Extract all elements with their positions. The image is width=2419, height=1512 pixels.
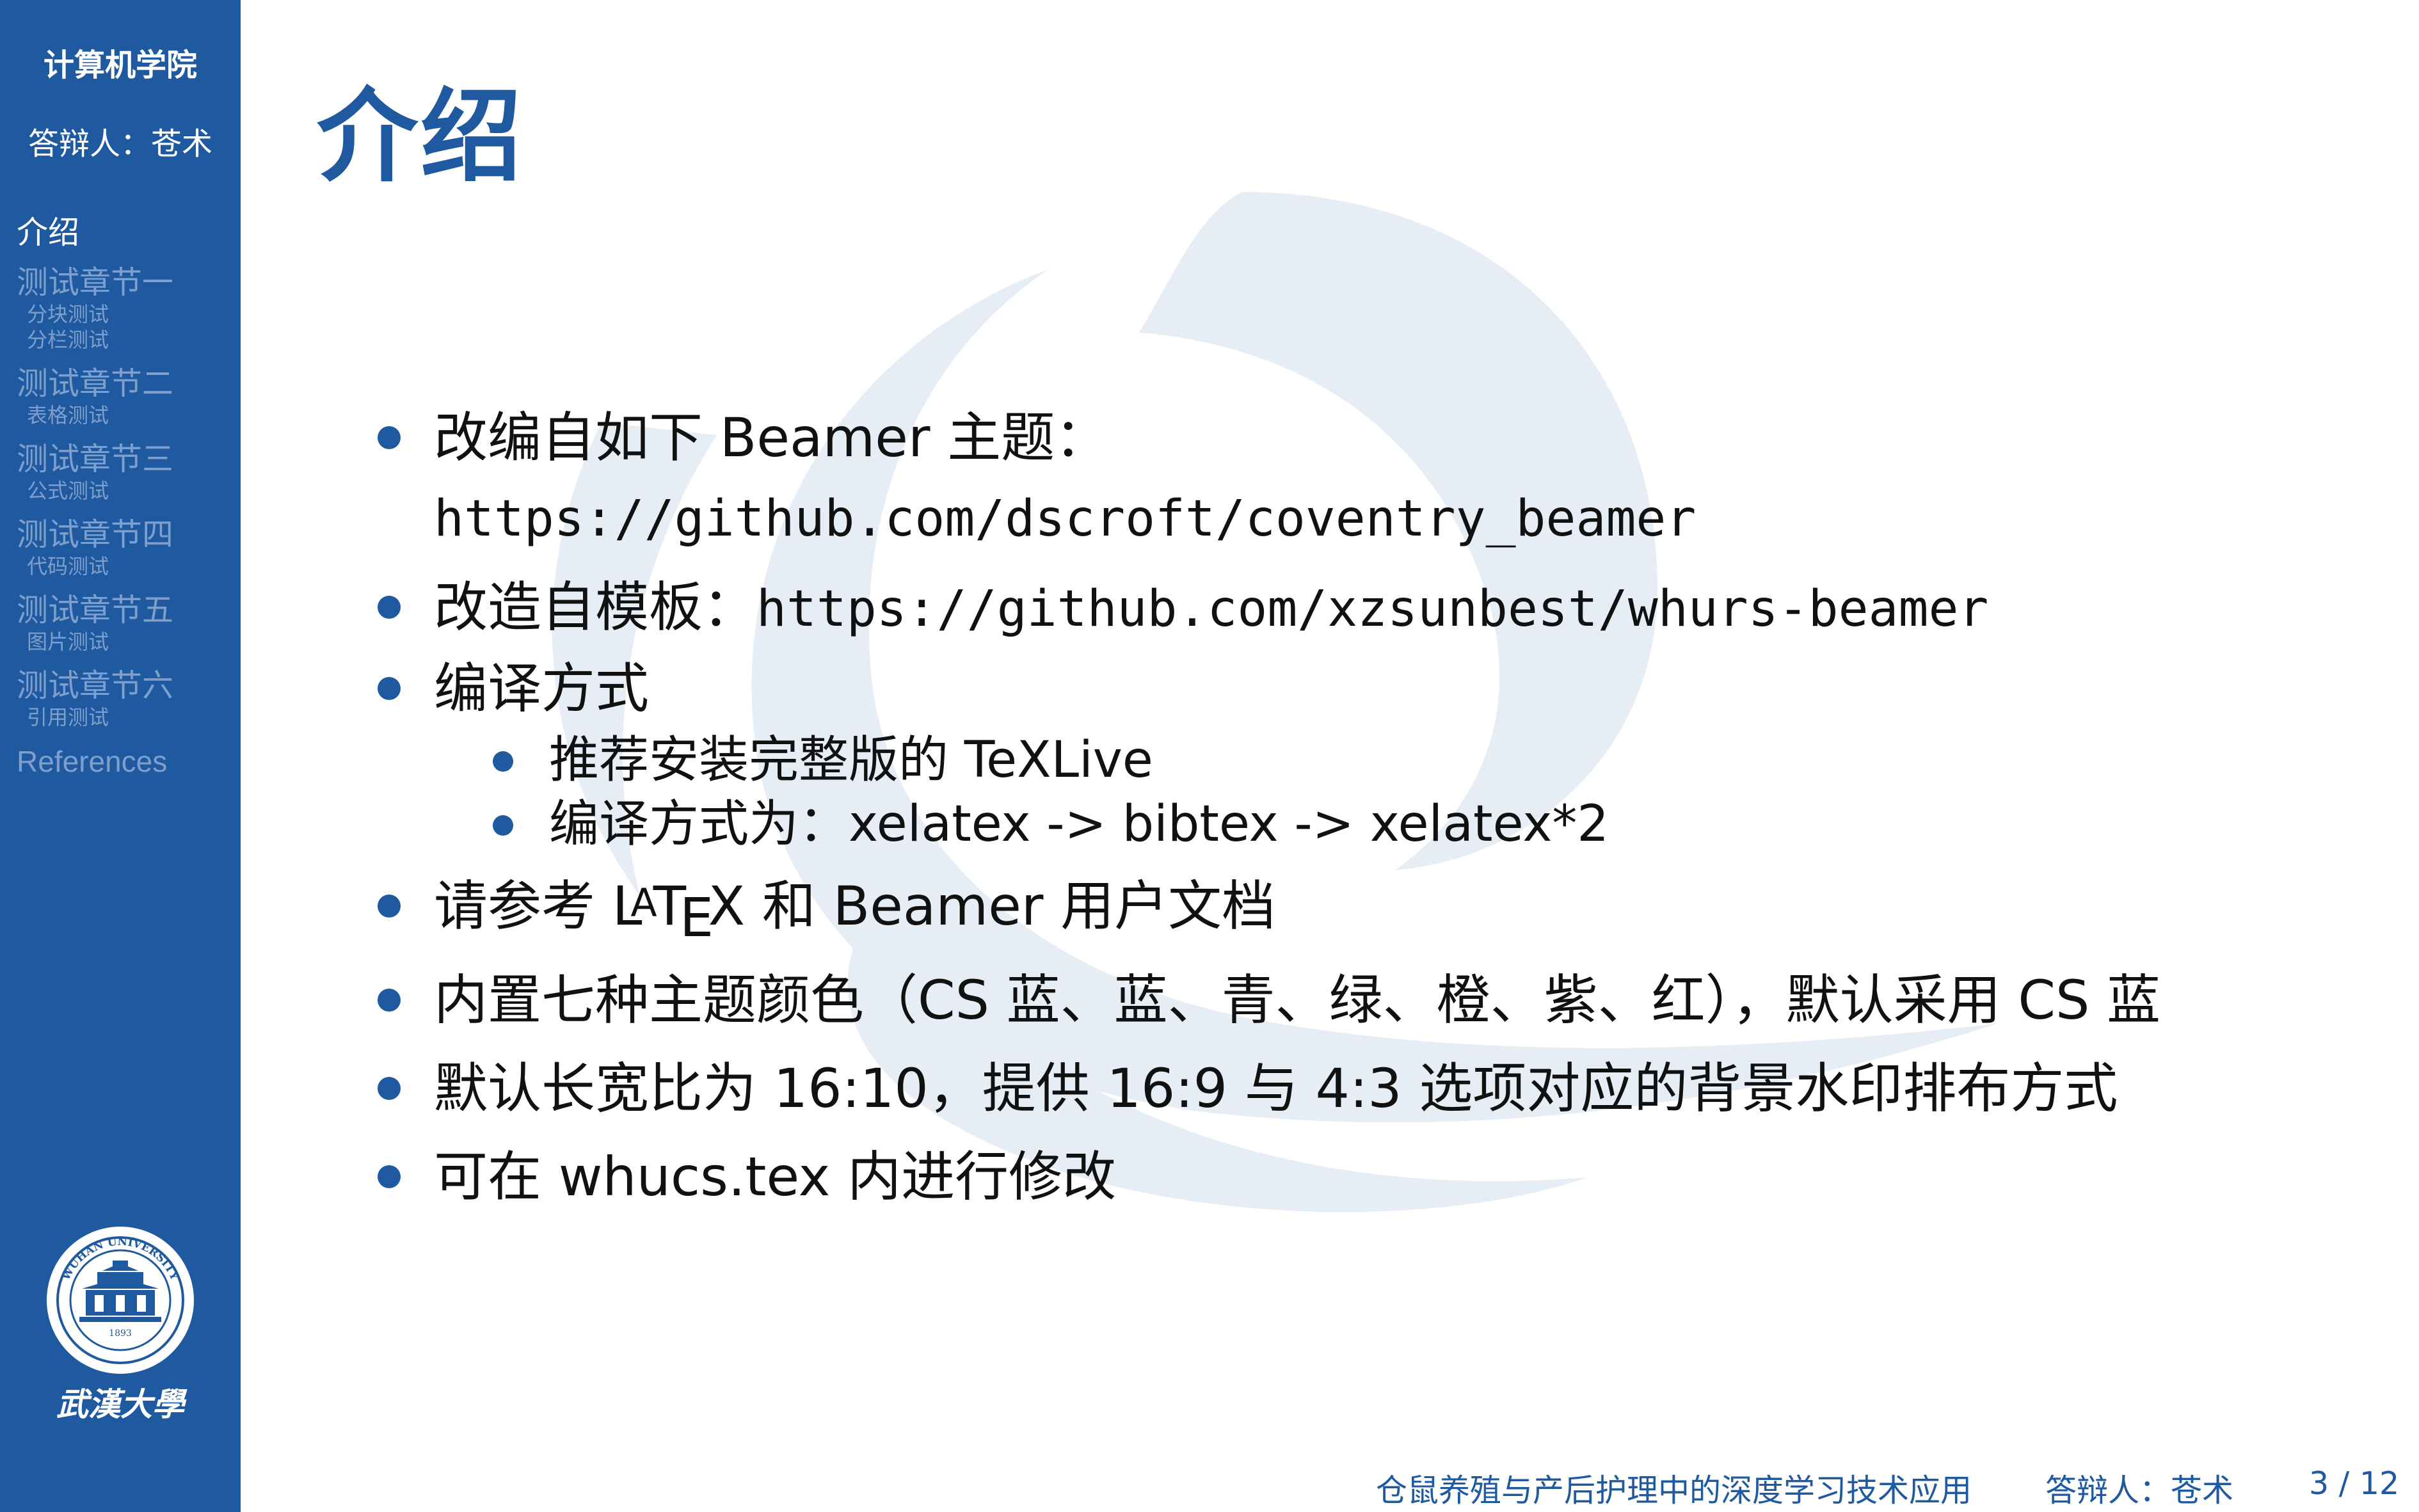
nav-section-0[interactable]: 介绍 [17, 214, 234, 251]
nav-subsection[interactable]: 分块测试 [27, 301, 234, 327]
bullet-item: 编译方式 [378, 649, 2381, 728]
code-link[interactable]: https://github.com/dscroft/coventry_beam… [434, 490, 1696, 548]
bullet-icon [378, 989, 401, 1012]
nav-subsection[interactable]: 引用测试 [27, 704, 234, 730]
bullet-item: 请参考 LATEX 和 Beamer 用户文档 [378, 866, 2381, 951]
sub-bullet-icon [493, 751, 513, 772]
bullet-item: 改编自如下 Beamer 主题： https://github.com/dscr… [378, 398, 2381, 559]
sub-item-text: 编译方式为：xelatex -> bibtex -> xelatex*2 [549, 795, 1609, 853]
slide-content: 改编自如下 Beamer 主题： https://github.com/dscr… [378, 398, 2381, 1216]
footer-author: 答辩人：苍术 [2045, 1472, 2234, 1509]
wuhan-university-logo-icon: WUHAN UNIVERSITY 1893 武漢大學 [47, 1227, 194, 1423]
item-text: 内置七种主题颜色（CS 蓝、蓝、青、绿、橙、紫、红），默认采用 CS 蓝 [434, 969, 2161, 1031]
nav-subsection[interactable]: 图片测试 [27, 629, 234, 655]
nav-section-1[interactable]: 测试章节一 [17, 264, 234, 301]
item-text: 和 Beamer 用户文档 [762, 875, 1276, 937]
latex-logo: LATEX [612, 875, 746, 950]
page-number: 3 / 12 [2309, 1465, 2400, 1502]
bullet-icon [378, 596, 401, 619]
bullet-icon [378, 1165, 401, 1188]
nav-section-2[interactable]: 测试章节二 [17, 365, 234, 402]
nav-section-3[interactable]: 测试章节三 [17, 441, 234, 478]
bullet-icon [378, 677, 401, 700]
nav-subsection[interactable]: 代码测试 [27, 553, 234, 579]
nav-subsection[interactable]: 公式测试 [27, 478, 234, 504]
sidebar-author: 答辩人：苍术 [28, 126, 212, 162]
item-text: 改造自模板： [434, 576, 757, 639]
bullet-icon [378, 895, 401, 918]
nav-subsection[interactable]: 分栏测试 [27, 327, 234, 353]
nav-section-7[interactable]: References [17, 743, 234, 780]
slide-title: 介绍 [317, 78, 524, 196]
svg-text:武漢大學: 武漢大學 [56, 1385, 188, 1423]
item-text: 默认长宽比为 16:10，提供 16:9 与 4:3 选项对应的背景水印排布方式 [434, 1057, 2118, 1120]
item-text: 编译方式 [434, 657, 650, 720]
code-link[interactable]: https://github.com/xzsunbest/whurs-beame… [756, 580, 1988, 638]
item-text: 改编自如下 Beamer 主题： [434, 406, 1109, 469]
school-name: 计算机学院 [43, 47, 197, 83]
nav-subsection[interactable]: 表格测试 [27, 402, 234, 428]
bullet-item: 内置七种主题颜色（CS 蓝、蓝、青、绿、橙、紫、红），默认采用 CS 蓝 [378, 960, 2381, 1040]
bullet-item: 默认长宽比为 16:10，提供 16:9 与 4:3 选项对应的背景水印排布方式 [378, 1049, 2381, 1128]
bullet-icon [378, 1077, 401, 1100]
bullet-item: 改造自模板：https://github.com/xzsunbest/whurs… [378, 568, 2381, 649]
nav-section-6[interactable]: 测试章节六 [17, 667, 234, 704]
section-navigation: 介绍测试章节一 分块测试 分栏测试测试章节二 表格测试测试章节三 公式测试测试章节四 代码… [17, 214, 234, 780]
sub-bullet-item: 编译方式为：xelatex -> bibtex -> xelatex*2 [493, 792, 2381, 856]
sub-item-text: 推荐安装完整版的 TeXLive [549, 731, 1153, 789]
footer-talk-title: 仓鼠养殖与产后护理中的深度学习技术应用 [1376, 1472, 1972, 1509]
nav-section-5[interactable]: 测试章节五 [17, 592, 234, 629]
bullet-icon [378, 426, 401, 449]
nav-section-4[interactable]: 测试章节四 [17, 516, 234, 553]
sub-bullet-item: 推荐安装完整版的 TeXLive [493, 728, 2381, 792]
svg-text:1893: 1893 [109, 1328, 132, 1339]
item-text: 请参考 [434, 875, 596, 937]
sub-bullet-icon [493, 815, 513, 836]
item-text: 可在 whucs.tex 内进行修改 [434, 1145, 1117, 1208]
bullet-item: 可在 whucs.tex 内进行修改 [378, 1137, 2381, 1216]
sidebar: 计算机学院 答辩人：苍术 介绍测试章节一 分块测试 分栏测试测试章节二 表格测试测试章… [0, 0, 241, 1512]
